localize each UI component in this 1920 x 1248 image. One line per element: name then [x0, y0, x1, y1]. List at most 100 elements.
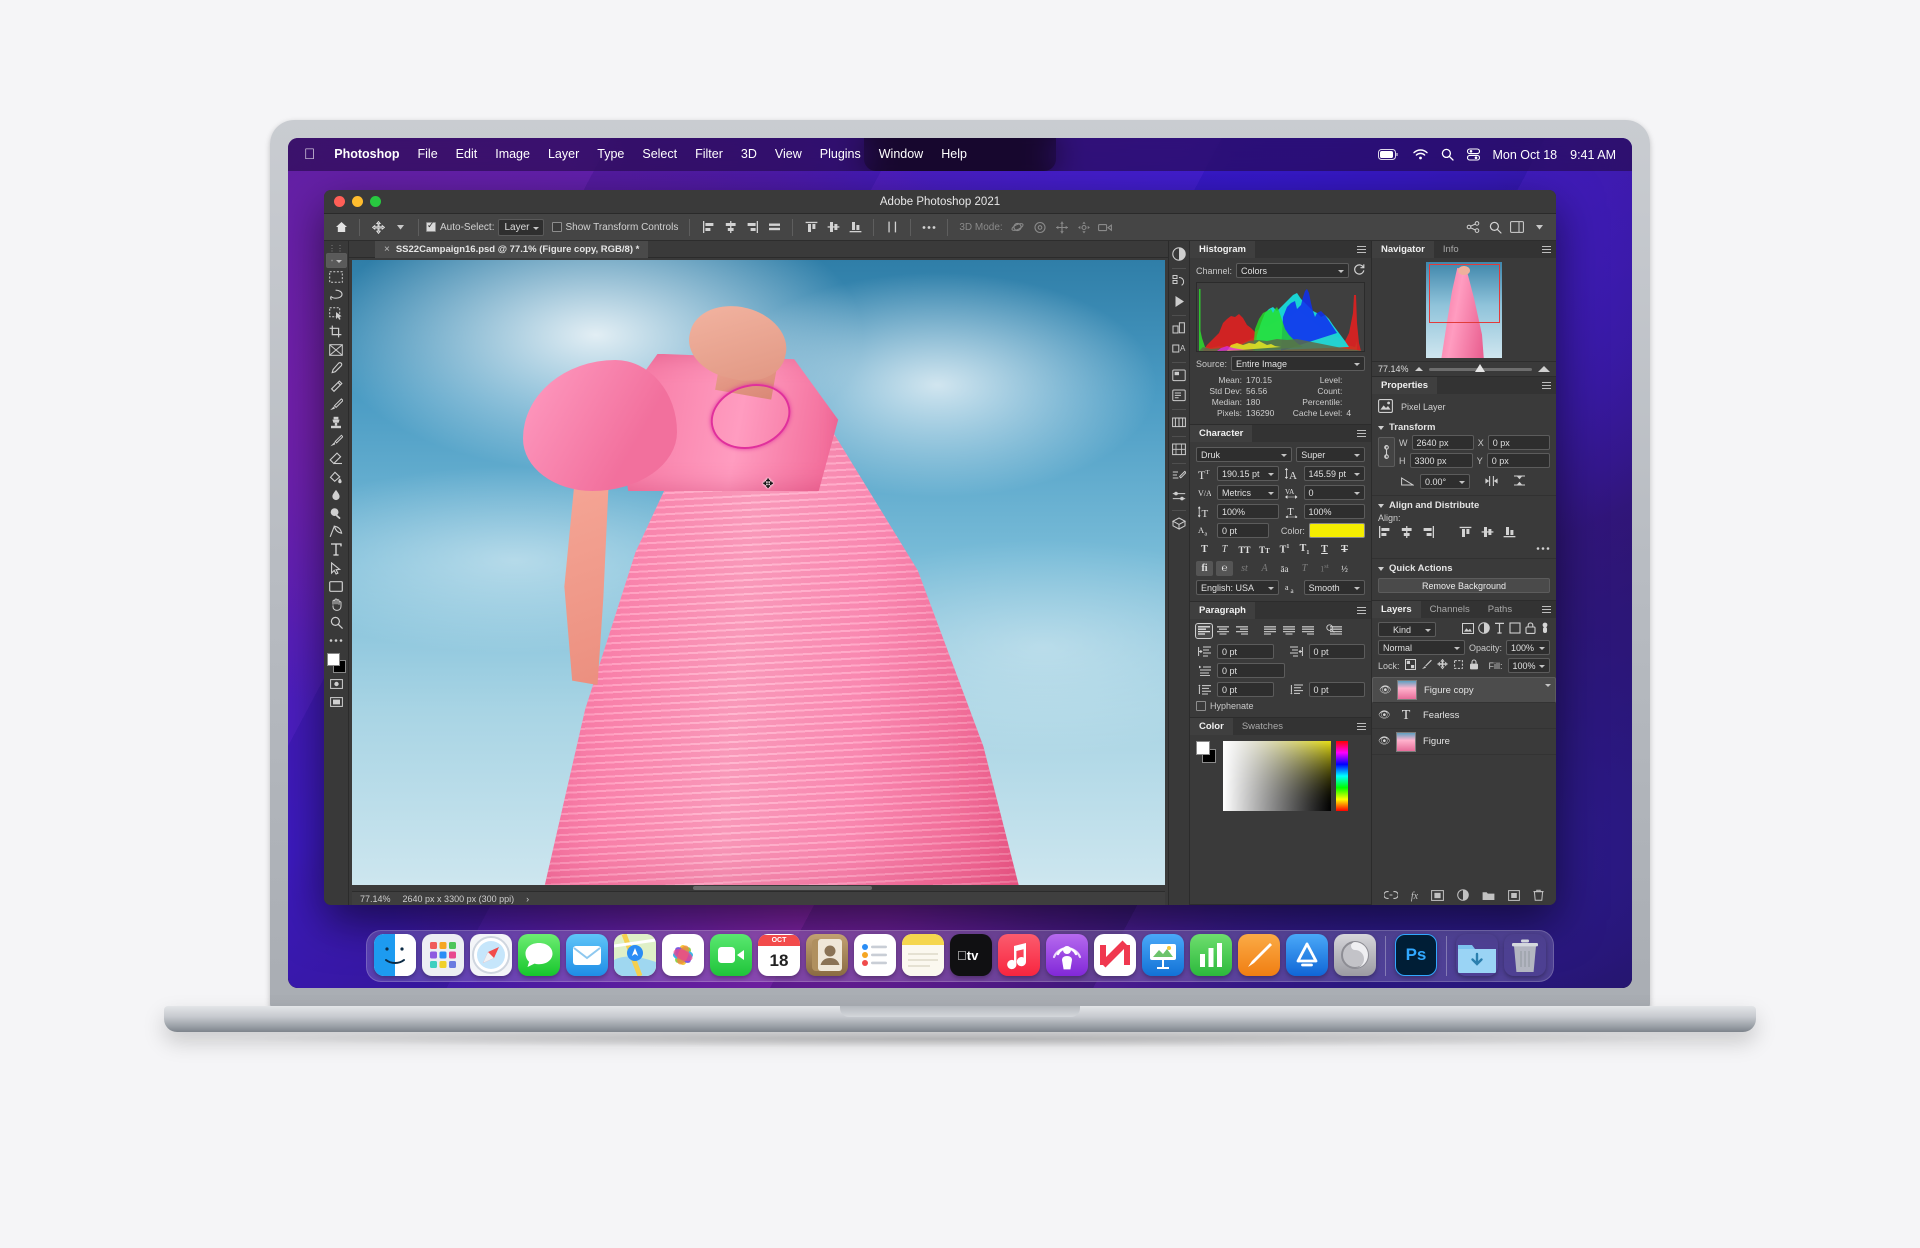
horizontal-scale-field[interactable]: 100% — [1303, 504, 1365, 519]
new-layer-icon[interactable] — [1508, 889, 1521, 904]
actions-panel-icon[interactable] — [1170, 292, 1188, 310]
search-icon[interactable] — [1484, 217, 1506, 237]
dock-item-mail[interactable] — [566, 934, 608, 976]
dock-item-keynote[interactable] — [1142, 934, 1184, 976]
dock-item-facetime[interactable] — [710, 934, 752, 976]
paragraph-panel-tabs[interactable]: Paragraph — [1190, 602, 1371, 619]
adjustments-panel-icon[interactable] — [1170, 245, 1188, 263]
dock-item-podcasts[interactable] — [1046, 934, 1088, 976]
width-field[interactable]: 2640 px — [1411, 435, 1474, 450]
all-caps-icon[interactable]: TT — [1236, 542, 1253, 557]
zoom-in-icon[interactable] — [1538, 366, 1550, 372]
font-style-dropdown[interactable]: Super — [1296, 447, 1365, 462]
dock-item-appstore[interactable] — [1286, 934, 1328, 976]
frame-tool[interactable] — [326, 341, 347, 359]
align-justify-icon[interactable] — [763, 217, 785, 237]
align-horizontal-centers-icon[interactable] — [719, 217, 741, 237]
font-size-field[interactable]: 190.15 pt — [1217, 466, 1279, 481]
move-tool[interactable] — [325, 253, 347, 268]
align-top-edges-icon[interactable] — [1459, 526, 1472, 540]
dock-item-downloads-folder[interactable] — [1456, 934, 1498, 976]
dock-item-music[interactable] — [998, 934, 1040, 976]
hand-tool[interactable] — [326, 595, 347, 613]
camera-3d-icon[interactable] — [1095, 217, 1117, 237]
hue-slider[interactable] — [1336, 741, 1348, 811]
layer-row-figure[interactable]: 👁 Figure — [1372, 729, 1556, 755]
type-tool[interactable] — [326, 541, 347, 559]
menu-item-window[interactable]: Window — [870, 138, 932, 171]
menu-bar-date[interactable]: Mon Oct 18 — [1493, 148, 1558, 162]
color-swatches[interactable] — [326, 652, 347, 675]
color-swatch-pair[interactable] — [1196, 741, 1218, 765]
document-tab[interactable]: × SS22Campaign16.psd @ 77.1% (Figure cop… — [375, 240, 649, 258]
pen-tool[interactable] — [326, 523, 347, 541]
y-field[interactable]: 0 px — [1486, 453, 1551, 468]
justify-last-right-icon[interactable] — [1300, 624, 1316, 638]
tab-properties[interactable]: Properties — [1372, 377, 1437, 394]
menu-item-plugins[interactable]: Plugins — [811, 138, 870, 171]
subscript-icon[interactable]: T1 — [1296, 542, 1313, 557]
brush-settings-panel-icon[interactable] — [1170, 467, 1188, 485]
layer-mask-icon[interactable] — [1431, 889, 1445, 904]
remove-background-button[interactable]: Remove Background — [1378, 578, 1550, 593]
status-chevron-icon[interactable]: › — [526, 894, 529, 904]
layer-visibility-icon[interactable]: 👁 — [1378, 736, 1391, 747]
tab-info[interactable]: Info — [1434, 241, 1468, 258]
quick-mask-icon[interactable] — [326, 675, 347, 693]
adjustment-filter-icon[interactable] — [1478, 622, 1490, 637]
scrollbar-thumb[interactable] — [693, 886, 873, 890]
menu-item-edit[interactable]: Edit — [447, 138, 487, 171]
delete-layer-icon[interactable] — [1533, 889, 1544, 904]
tab-swatches[interactable]: Swatches — [1233, 718, 1292, 735]
move-tool-chevron-icon[interactable] — [389, 217, 411, 237]
dock-item-finder[interactable] — [374, 934, 416, 976]
canvas-horizontal-scrollbar[interactable] — [352, 885, 1165, 891]
align-right-icon[interactable] — [1234, 624, 1250, 638]
patterns-panel-icon[interactable] — [1170, 440, 1188, 458]
dock-item-system-settings[interactable] — [1334, 934, 1376, 976]
align-center-icon[interactable] — [1215, 624, 1231, 638]
panel-menu-icon[interactable] — [1542, 382, 1551, 391]
eraser-tool[interactable] — [326, 450, 347, 468]
brush-presets-panel-icon[interactable] — [1170, 487, 1188, 505]
wifi-icon[interactable] — [1412, 149, 1428, 160]
link-layers-icon[interactable] — [1383, 890, 1399, 903]
status-zoom[interactable]: 77.14% — [360, 894, 391, 904]
window-title-bar[interactable]: Adobe Photoshop 2021 — [324, 190, 1556, 214]
fractions-icon[interactable]: ½ — [1336, 561, 1353, 576]
panel-menu-icon[interactable] — [1542, 246, 1551, 255]
search-icon[interactable] — [1441, 148, 1454, 161]
dock-item-maps[interactable] — [614, 934, 656, 976]
navigator-view-box[interactable] — [1429, 263, 1500, 324]
color-panel-tabs[interactable]: Color Swatches — [1190, 718, 1371, 735]
dock-item-launchpad[interactable] — [422, 934, 464, 976]
layers-panel-tabs[interactable]: Layers Channels Paths — [1372, 601, 1556, 618]
fill-field[interactable]: 100% — [1507, 658, 1550, 673]
link-dimensions-icon[interactable] — [1378, 436, 1395, 467]
layer-visibility-icon[interactable]: 👁 — [1378, 710, 1391, 721]
smart-object-filter-icon[interactable] — [1525, 622, 1536, 637]
align-top-edges-icon[interactable] — [800, 217, 822, 237]
chevron-down-icon[interactable] — [1378, 566, 1384, 571]
dock-item-notes[interactable] — [902, 934, 944, 976]
quick-actions-section-header[interactable]: Quick Actions — [1372, 558, 1556, 576]
collapsed-panel-dock[interactable]: A — [1168, 241, 1190, 905]
menu-item-image[interactable]: Image — [486, 138, 539, 171]
dock-item-contacts[interactable] — [806, 934, 848, 976]
menu-bar-time[interactable]: 9:41 AM — [1570, 148, 1616, 162]
path-selection-tool[interactable] — [326, 559, 347, 577]
auto-select-checkbox[interactable] — [426, 220, 436, 232]
new-group-icon[interactable] — [1482, 890, 1495, 904]
minimize-button[interactable] — [352, 196, 363, 207]
close-tab-icon[interactable]: × — [384, 244, 390, 255]
crop-tool[interactable] — [326, 323, 347, 341]
navigator-thumbnail[interactable] — [1426, 262, 1502, 358]
status-dimensions[interactable]: 2640 px x 3300 px (300 ppi) — [403, 894, 515, 904]
chevron-down-icon[interactable] — [1378, 503, 1384, 508]
properties-panel-tabs[interactable]: Properties — [1372, 377, 1556, 394]
layer-row-figure-copy[interactable]: 👁 Figure copy — [1372, 677, 1556, 703]
kerning-field[interactable]: Metrics — [1217, 485, 1279, 500]
rectangle-tool[interactable] — [326, 577, 347, 595]
notes-panel-icon[interactable] — [1170, 386, 1188, 404]
stylistic-alternates-icon[interactable]: T — [1296, 561, 1313, 576]
